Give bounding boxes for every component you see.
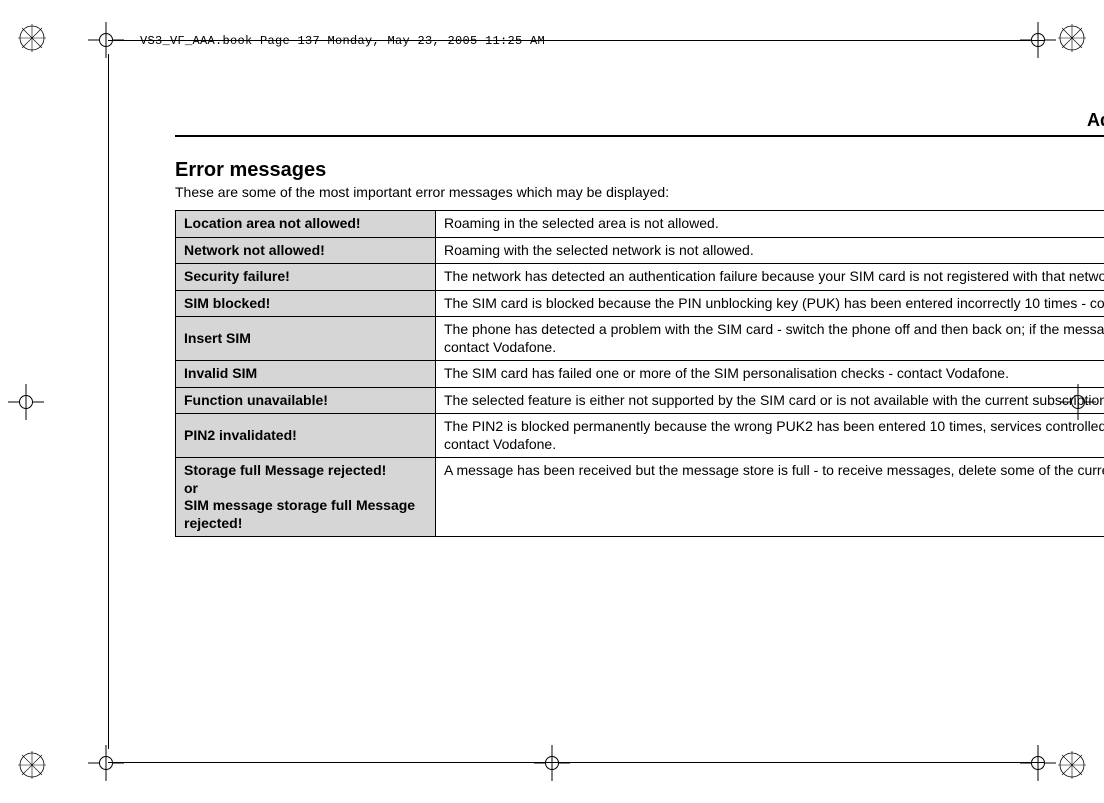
table-row: Insert SIMThe phone has detected a probl… xyxy=(176,317,1104,361)
table-row: SIM blocked!The SIM card is blocked beca… xyxy=(176,290,1104,317)
table-row: Storage full Message rejected! or SIM me… xyxy=(176,458,1104,537)
error-label-text: Storage full Message rejected! xyxy=(184,462,386,478)
page-title: Error messages xyxy=(175,159,1104,182)
error-messages-table: Location area not allowed!Roaming in the… xyxy=(175,210,1104,537)
error-desc-cell: The network has detected an authenticati… xyxy=(436,264,1104,291)
crop-mark-icon xyxy=(1020,745,1056,781)
table-row: Location area not allowed!Roaming in the… xyxy=(176,211,1104,238)
table-row: Network not allowed!Roaming with the sel… xyxy=(176,237,1104,264)
crop-mark-icon xyxy=(88,745,124,781)
error-label-cell: Insert SIM xyxy=(176,317,436,361)
print-header-label: VS3_VF_AAA.book Page 137 Monday, May 23,… xyxy=(140,34,545,48)
error-desc-cell: Roaming with the selected network is not… xyxy=(436,237,1104,264)
intro-text: These are some of the most important err… xyxy=(175,184,1104,200)
registration-mark-icon xyxy=(1058,24,1086,52)
registration-mark-icon xyxy=(18,24,46,52)
error-label-cell: Invalid SIM xyxy=(176,361,436,388)
error-desc-cell: The PIN2 is blocked permanently because … xyxy=(436,414,1104,458)
error-desc-cell: The SIM card has failed one or more of t… xyxy=(436,361,1104,388)
registration-mark-icon xyxy=(18,751,46,779)
table-row: PIN2 invalidated!The PIN2 is blocked per… xyxy=(176,414,1104,458)
error-desc-cell: Roaming in the selected area is not allo… xyxy=(436,211,1104,238)
error-desc-cell: The selected feature is either not suppo… xyxy=(436,387,1104,414)
registration-mark-icon xyxy=(1058,751,1086,779)
error-desc-cell: A message has been received but the mess… xyxy=(436,458,1104,537)
error-label-cell: SIM blocked! xyxy=(176,290,436,317)
crop-mark-icon xyxy=(534,745,570,781)
error-label-cell: Storage full Message rejected! or SIM me… xyxy=(176,458,436,537)
crop-mark-icon xyxy=(8,384,44,420)
error-label-cell: Location area not allowed! xyxy=(176,211,436,238)
table-row: Invalid SIMThe SIM card has failed one o… xyxy=(176,361,1104,388)
table-row: Function unavailable!The selected featur… xyxy=(176,387,1104,414)
error-desc-cell: The SIM card is blocked because the PIN … xyxy=(436,290,1104,317)
error-label-text: SIM message storage full Message rejecte… xyxy=(184,497,415,531)
trim-line xyxy=(108,762,1044,763)
error-label-cell: PIN2 invalidated! xyxy=(176,414,436,458)
error-label-cell: Function unavailable! xyxy=(176,387,436,414)
page-content: Additional Information Error messages Th… xyxy=(175,110,1104,537)
section-header: Additional Information xyxy=(175,110,1104,137)
trim-line xyxy=(108,54,109,749)
table-row: Security failure!The network has detecte… xyxy=(176,264,1104,291)
error-label-cell: Network not allowed! xyxy=(176,237,436,264)
error-label-or: or xyxy=(184,480,427,498)
error-desc-cell: The phone has detected a problem with th… xyxy=(436,317,1104,361)
error-label-cell: Security failure! xyxy=(176,264,436,291)
